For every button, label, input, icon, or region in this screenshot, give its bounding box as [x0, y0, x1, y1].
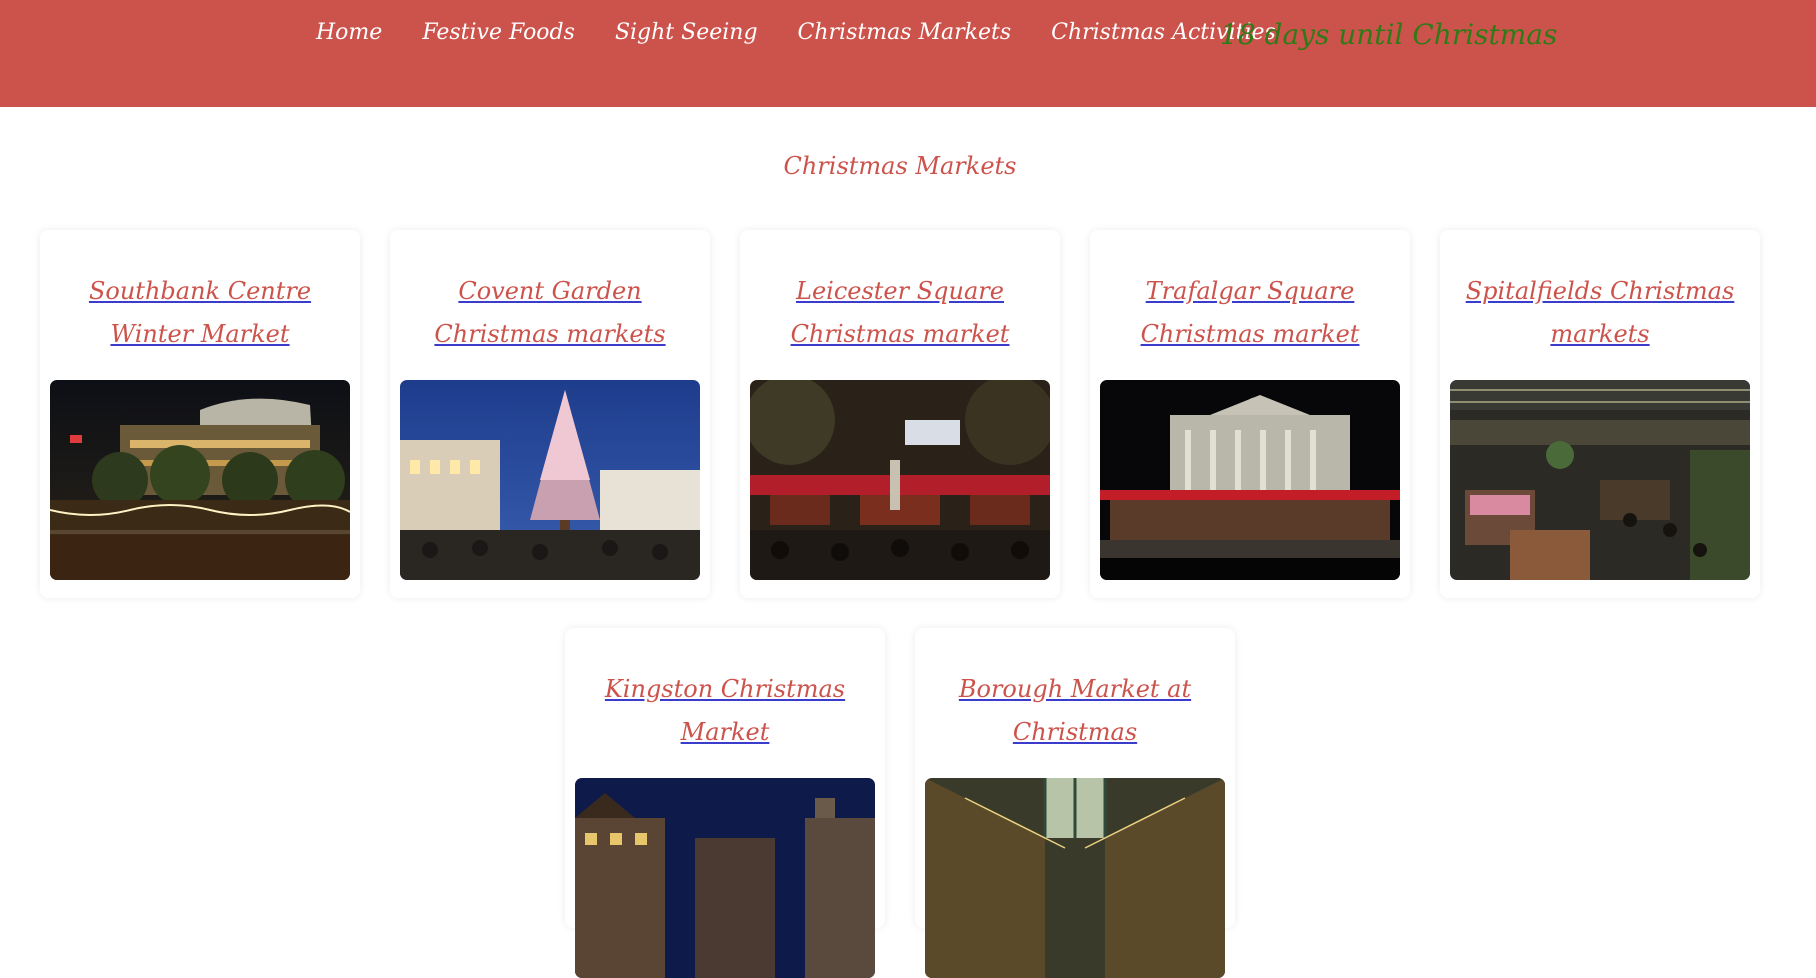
market-link-leicester-square[interactable]: Leicester Square Christmas market	[756, 270, 1044, 356]
market-photo-kingston[interactable]	[575, 778, 875, 978]
nav-link-sight-seeing[interactable]: Sight Seeing	[615, 20, 758, 45]
market-link-borough[interactable]: Borough Market at Christmas	[931, 668, 1219, 754]
market-photo-covent-garden[interactable]	[400, 380, 700, 580]
nav-link-festive-foods[interactable]: Festive Foods	[422, 20, 575, 45]
nav-link-christmas-markets[interactable]: Christmas Markets	[798, 20, 1012, 45]
market-photo-southbank[interactable]	[50, 380, 350, 580]
market-card: Leicester Square Christmas market	[740, 230, 1060, 598]
market-card: Southbank Centre Winter Market	[40, 230, 360, 598]
nav-link-home[interactable]: Home	[316, 20, 382, 45]
christmas-countdown: 18 days until Christmas	[1220, 18, 1558, 51]
market-photo-trafalgar-square[interactable]	[1100, 380, 1400, 580]
market-link-kingston[interactable]: Kingston Christmas Market	[581, 668, 869, 754]
main-nav: Home Festive Foods Sight Seeing Christma…	[316, 20, 1276, 45]
market-photo-borough[interactable]	[925, 778, 1225, 978]
market-card: Trafalgar Square Christmas market	[1090, 230, 1410, 598]
market-card: Covent Garden Christmas markets	[390, 230, 710, 598]
market-link-covent-garden[interactable]: Covent Garden Christmas markets	[406, 270, 694, 356]
top-navbar: Home Festive Foods Sight Seeing Christma…	[0, 0, 1816, 107]
market-card: Borough Market at Christmas	[915, 628, 1235, 978]
market-link-southbank[interactable]: Southbank Centre Winter Market	[56, 270, 344, 356]
market-photo-spitalfields[interactable]	[1450, 380, 1750, 580]
market-card: Kingston Christmas Market	[565, 628, 885, 978]
market-card: Spitalfields Christmas markets	[1440, 230, 1760, 598]
market-photo-leicester-square[interactable]	[750, 380, 1050, 580]
market-link-trafalgar-square[interactable]: Trafalgar Square Christmas market	[1106, 270, 1394, 356]
market-link-spitalfields[interactable]: Spitalfields Christmas markets	[1456, 270, 1744, 356]
page-title: Christmas Markets	[783, 152, 1017, 180]
